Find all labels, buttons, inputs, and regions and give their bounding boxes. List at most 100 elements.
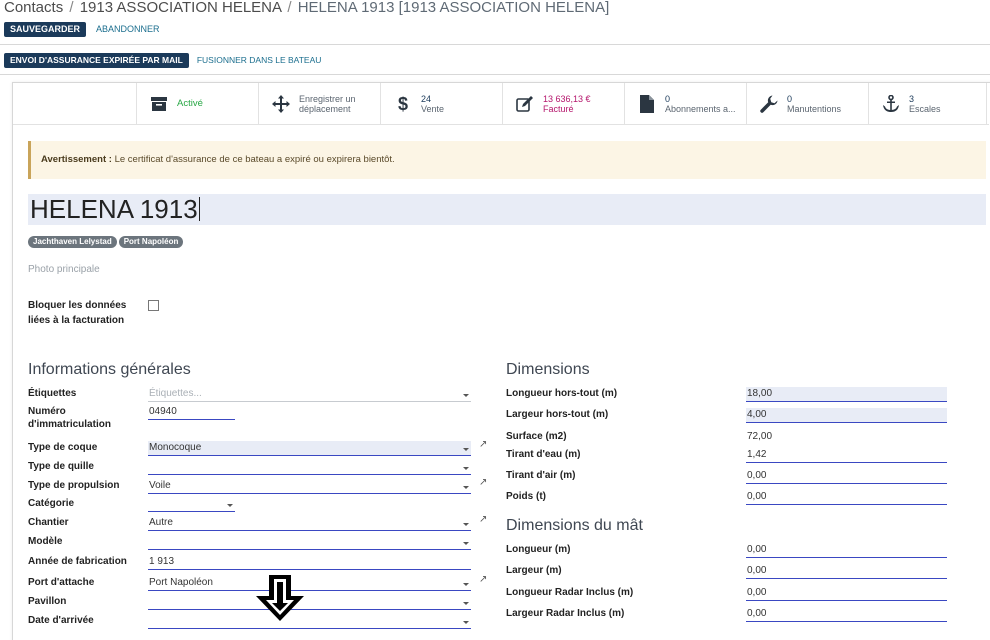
subscriptions-label: Abonnements a...	[665, 104, 736, 114]
external-link-icon[interactable]: ↗	[479, 439, 487, 450]
move-label-line1: Enregistrer un	[299, 94, 356, 104]
mast-dimensions-title: Dimensions du mât	[506, 517, 643, 534]
billed-label: Facturé	[543, 104, 574, 114]
lock-billing-label: Bloquer les données liées à la facturati…	[28, 300, 127, 326]
dimensions-title: Dimensions	[506, 361, 590, 378]
field-label: Largeur Radar Inclus (m)	[506, 608, 625, 619]
propulsion-select[interactable]: Voile	[148, 479, 471, 494]
field-label: Numéro d'immatriculation	[28, 406, 111, 430]
stops-label: Escales	[909, 104, 941, 114]
field-flag: Pavillon	[28, 595, 478, 615]
breadcrumb-separator: /	[69, 0, 74, 16]
breadcrumb-contacts[interactable]: Contacts	[4, 0, 63, 16]
breadcrumb-separator: /	[287, 0, 292, 16]
draft-input[interactable]: 1,42	[746, 448, 947, 463]
dollar-icon: $	[397, 93, 408, 114]
field-label: Année de fabrication	[28, 556, 127, 567]
mast-length-input[interactable]: 0,00	[746, 543, 947, 558]
discard-button[interactable]: ABANDONNER	[94, 22, 162, 37]
boat-name-value: HELENA 1913	[30, 194, 198, 224]
breadcrumb-parent[interactable]: 1913 ASSOCIATION HELENA	[80, 0, 281, 16]
subscriptions-count: 0	[665, 94, 671, 104]
alert-strong: Avertissement :	[41, 154, 112, 165]
field-label: Type de coque	[28, 442, 98, 453]
active-label: Activé	[177, 98, 203, 109]
wrench-icon	[759, 94, 779, 114]
form-actions: SAUVEGARDER ABANDONNER	[4, 22, 162, 37]
button-box-spacer	[13, 83, 137, 124]
tags-input[interactable]: Étiquettes...	[148, 387, 471, 402]
divider	[0, 74, 990, 75]
keel-type-select[interactable]	[148, 460, 471, 475]
loa-input[interactable]: 18,00	[746, 387, 947, 402]
text-cursor	[198, 197, 200, 221]
field-beam: Largeur hors-tout (m) 4,00	[506, 408, 956, 428]
mast-width-radar-input[interactable]: 0,00	[746, 607, 947, 622]
boat-name-input[interactable]: HELENA 1913	[28, 194, 986, 225]
down-arrow-icon	[256, 575, 304, 621]
stops-button[interactable]: 3 Escales	[869, 83, 987, 125]
field-label: Pavillon	[28, 596, 67, 607]
external-link-icon[interactable]: ↗	[479, 574, 487, 585]
model-select[interactable]	[148, 535, 471, 550]
handling-button[interactable]: 0 Manutentions	[747, 83, 869, 125]
tag-jachthaven-lelystad[interactable]: Jachthaven Lelystad	[28, 236, 117, 248]
field-loa: Longueur hors-tout (m) 18,00	[506, 387, 956, 407]
field-label: Tirant d'eau (m)	[506, 449, 581, 460]
anchor-icon	[881, 94, 901, 114]
general-info-title: Informations générales	[28, 361, 191, 378]
lock-billing-checkbox[interactable]	[148, 300, 159, 311]
arrival-date-input[interactable]	[148, 614, 471, 629]
merge-boat-button[interactable]: FUSIONNER DANS LE BATEAU	[195, 53, 324, 68]
field-label: Largeur (m)	[506, 565, 562, 576]
field-hull-type: Type de coque Monocoque ↗	[28, 439, 503, 461]
file-icon	[637, 94, 657, 114]
mast-width-input[interactable]: 0,00	[746, 564, 947, 579]
field-surface: Surface (m2) 72,00	[506, 430, 956, 450]
field-label: Date d'arrivée	[28, 615, 94, 626]
hull-type-select[interactable]: Monocoque	[148, 441, 471, 456]
mast-length-radar-input[interactable]: 0,00	[746, 586, 947, 601]
external-link-icon[interactable]: ↗	[479, 514, 487, 525]
field-label: Catégorie	[28, 498, 75, 509]
beam-input[interactable]: 4,00	[746, 408, 947, 423]
sales-label: Vente	[421, 104, 445, 114]
arrows-move-icon	[271, 94, 291, 114]
form-sheet: Activé Enregistrer un déplacement $ 24 V…	[12, 82, 990, 640]
category-select[interactable]	[148, 497, 235, 512]
build-year-input[interactable]: 1 913	[148, 555, 471, 570]
field-propulsion: Type de propulsion Voile ↗	[28, 477, 503, 499]
register-move-button[interactable]: Enregistrer un déplacement	[259, 83, 381, 125]
home-port-select[interactable]: Port Napoléon	[148, 576, 471, 591]
field-label: Surface (m2)	[506, 431, 567, 442]
smart-button-box: Activé Enregistrer un déplacement $ 24 V…	[13, 83, 989, 125]
weight-input[interactable]: 0,00	[746, 490, 947, 505]
air-draft-input[interactable]: 0,00	[746, 469, 947, 484]
handling-label: Manutentions	[787, 104, 842, 114]
billed-button[interactable]: 13 636,13 € Facturé	[503, 83, 625, 125]
location-tags: Jachthaven Lelystad Port Napoléon	[28, 236, 184, 248]
main-photo-label[interactable]: Photo principale	[28, 264, 100, 275]
field-mast-width-radar: Largeur Radar Inclus (m) 0,00	[506, 607, 956, 627]
field-category: Catégorie	[28, 497, 478, 517]
handling-count: 0	[787, 94, 793, 104]
flag-select[interactable]	[148, 595, 471, 610]
sales-button[interactable]: $ 24 Vente	[381, 83, 503, 125]
registration-input[interactable]: 04940	[148, 405, 235, 420]
save-button[interactable]: SAUVEGARDER	[4, 22, 87, 37]
field-label: Longueur Radar Inclus (m)	[506, 587, 634, 598]
subscriptions-button[interactable]: 0 Abonnements a...	[625, 83, 747, 125]
tag-port-napoleon[interactable]: Port Napoléon	[118, 236, 184, 248]
field-label: Longueur hors-tout (m)	[506, 388, 618, 399]
active-toggle-button[interactable]: Activé	[137, 83, 259, 125]
breadcrumb: Contacts / 1913 ASSOCIATION HELENA / HEL…	[4, 0, 609, 18]
field-mast-length-radar: Longueur Radar Inclus (m) 0,00	[506, 586, 956, 606]
field-keel-type: Type de quille	[28, 460, 478, 480]
surface-value: 72,00	[747, 431, 773, 442]
shipyard-select[interactable]: Autre	[148, 516, 471, 531]
external-link-icon[interactable]: ↗	[479, 477, 487, 488]
insurance-warning-alert: Avertissement : Le certificat d'assuranc…	[28, 141, 986, 179]
send-expired-insurance-button[interactable]: ENVOI D'ASSURANCE EXPIRÉE PAR MAIL	[4, 53, 189, 68]
archive-icon	[149, 94, 169, 114]
field-mast-length: Longueur (m) 0,00	[506, 543, 956, 563]
